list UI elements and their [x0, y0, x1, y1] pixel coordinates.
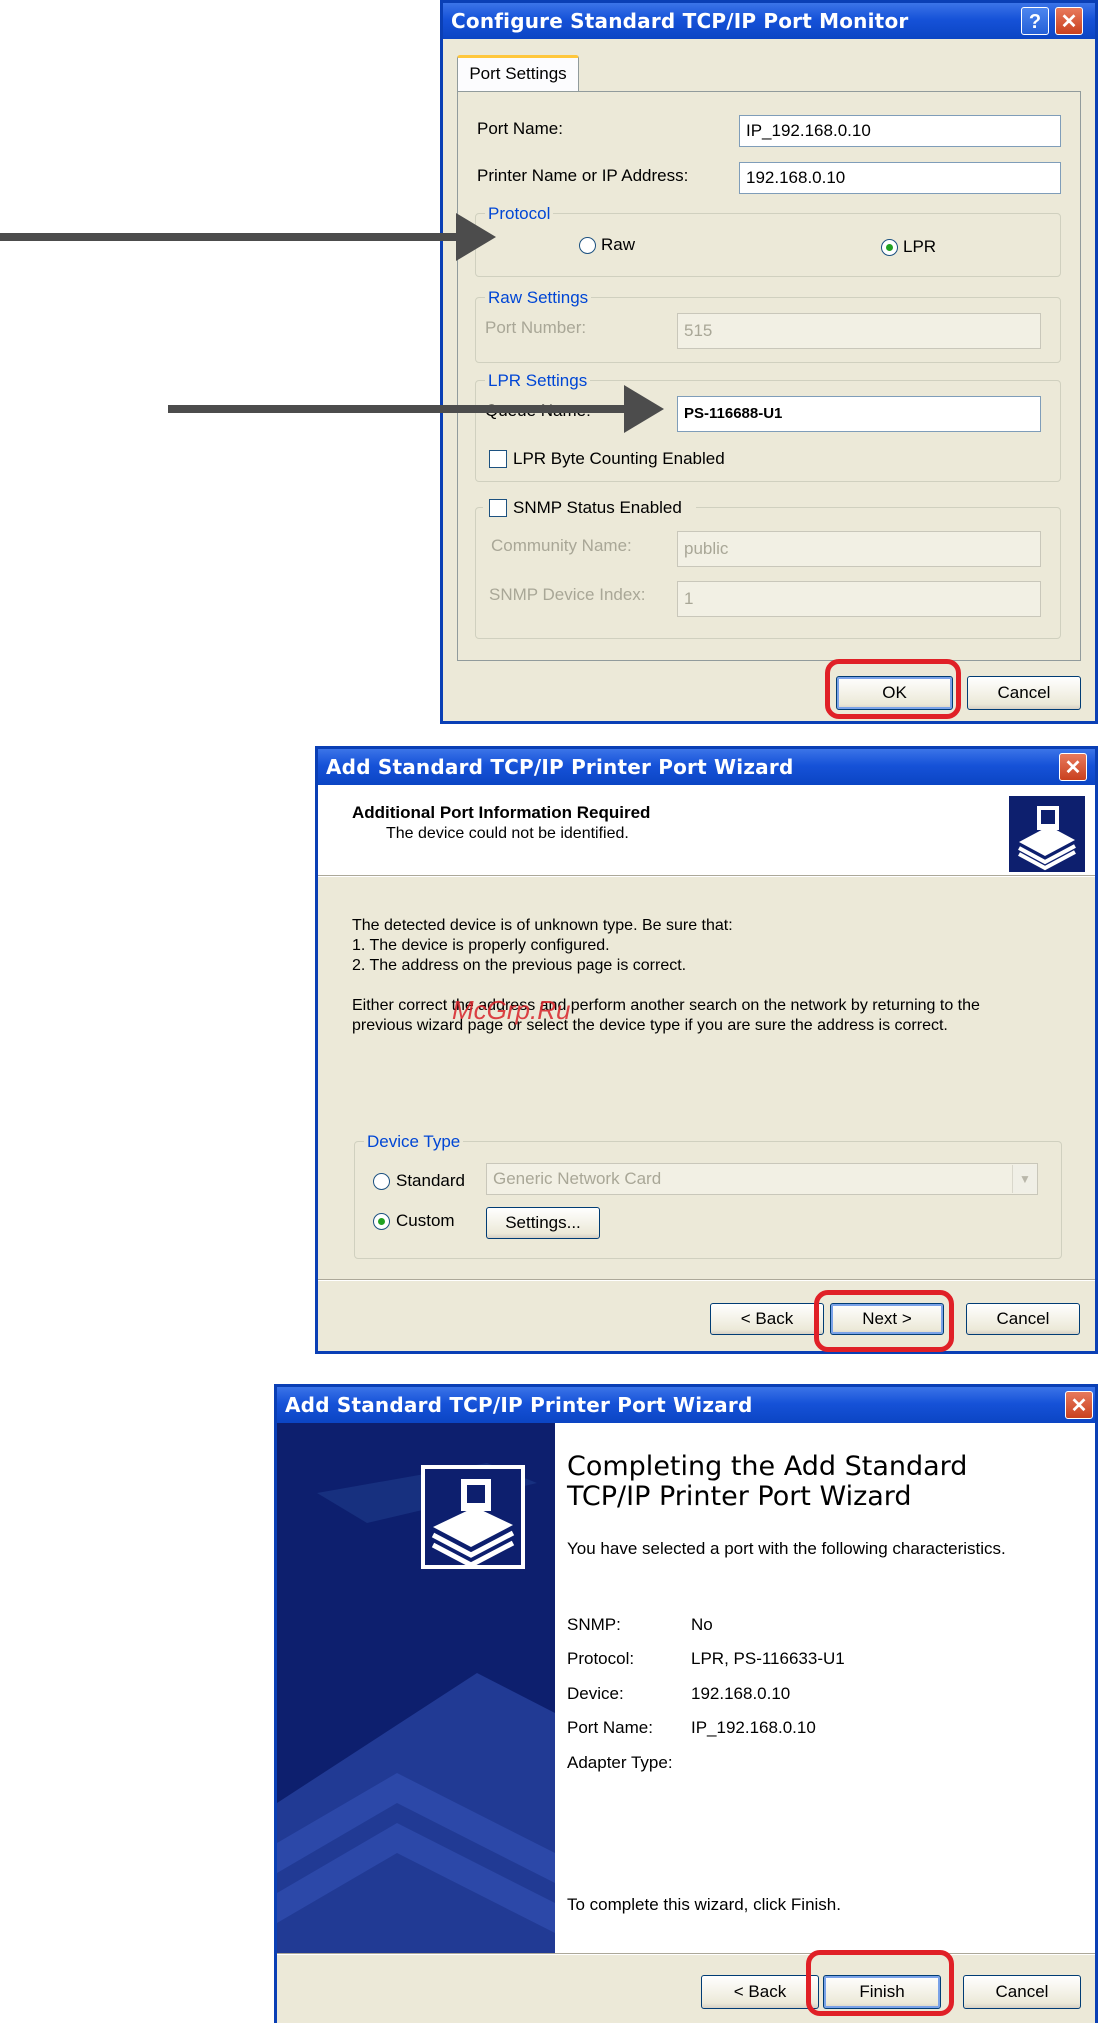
- lpr-radio-label: LPR: [903, 237, 937, 256]
- wizard-header: Additional Port Information Required The…: [318, 785, 1095, 875]
- protocol-group: [475, 213, 1061, 277]
- cancel-button[interactable]: Cancel: [963, 1975, 1081, 2009]
- detail-port-name-value: IP_192.168.0.10: [691, 1718, 816, 1737]
- port-number-input[interactable]: 515: [677, 313, 1041, 349]
- raw-radio[interactable]: [579, 237, 596, 254]
- arrow-to-protocol-shaft: [0, 233, 460, 241]
- standard-radio[interactable]: [373, 1173, 390, 1190]
- add-port-wizard-additional-info: Add Standard TCP/IP Printer Port Wizard …: [315, 746, 1098, 1354]
- lpr-radio[interactable]: [881, 239, 898, 256]
- watermark: McGrp.Ru: [452, 995, 571, 1025]
- detail-snmp-value: No: [691, 1615, 713, 1634]
- device-type-select[interactable]: Generic Network Card: [486, 1163, 1038, 1195]
- back-button[interactable]: < Back: [701, 1975, 819, 2009]
- finish-instruction: To complete this wizard, click Finish.: [567, 1895, 841, 1914]
- tab-port-settings[interactable]: Port Settings: [457, 55, 579, 93]
- lpr-settings-legend: LPR Settings: [485, 371, 591, 391]
- body-line-2: 1. The device is properly configured.: [352, 937, 610, 954]
- wizard-sidebar: [277, 1423, 555, 1953]
- printer-port-icon: [421, 1465, 525, 1569]
- raw-settings-legend: Raw Settings: [485, 288, 592, 308]
- close-icon[interactable]: ✕: [1065, 1391, 1093, 1419]
- custom-radio-label: Custom: [396, 1211, 455, 1230]
- close-icon[interactable]: ✕: [1055, 7, 1083, 35]
- detail-port-name-key: Port Name:: [567, 1718, 653, 1737]
- snmp-device-index-label: SNMP Device Index:: [489, 585, 646, 604]
- port-name-label: Port Name:: [477, 119, 563, 138]
- community-name-input[interactable]: public: [677, 531, 1041, 567]
- header-subtitle: The device could not be identified.: [386, 825, 629, 842]
- snmp-device-index-input[interactable]: 1: [677, 581, 1041, 617]
- help-icon[interactable]: ?: [1021, 7, 1049, 35]
- community-name-label: Community Name:: [491, 536, 632, 555]
- completing-heading-line-1: Completing the Add Standard: [567, 1451, 968, 1482]
- wizard-title: Add Standard TCP/IP Printer Port Wizard: [277, 1387, 1095, 1423]
- add-port-wizard-completing: Add Standard TCP/IP Printer Port Wizard …: [274, 1384, 1098, 2023]
- intro-text: You have selected a port with the follow…: [567, 1539, 1006, 1558]
- port-name-input[interactable]: IP_192.168.0.10: [739, 115, 1061, 147]
- detail-device-value: 192.168.0.10: [691, 1684, 791, 1703]
- next-button-highlight: [814, 1290, 954, 1352]
- detail-device-key: Device:: [567, 1684, 624, 1703]
- snmp-status-label: SNMP Status Enabled: [513, 498, 682, 517]
- header-title: Additional Port Information Required: [352, 803, 651, 822]
- close-icon[interactable]: ✕: [1059, 753, 1087, 781]
- snmp-group: [475, 507, 1061, 639]
- cancel-button[interactable]: Cancel: [966, 1303, 1080, 1335]
- printer-ip-input[interactable]: 192.168.0.10: [739, 162, 1061, 194]
- snmp-status-checkbox[interactable]: [489, 499, 507, 517]
- raw-radio-label: Raw: [601, 235, 636, 254]
- footer-separator: [277, 1953, 1095, 1955]
- completing-heading-line-2: TCP/IP Printer Port Wizard: [567, 1481, 912, 1512]
- ok-button-highlight: [825, 659, 961, 719]
- lpr-byte-counting-checkbox[interactable]: [489, 450, 507, 468]
- queue-name-input[interactable]: PS-116688-U1: [677, 396, 1041, 432]
- detail-protocol-key: Protocol:: [567, 1649, 635, 1668]
- detail-adapter-type-key: Adapter Type:: [567, 1753, 673, 1772]
- header-separator: [318, 875, 1095, 877]
- standard-radio-label: Standard: [396, 1171, 465, 1190]
- arrow-to-protocol-icon: [456, 213, 496, 261]
- body-para-2: previous wizard page or select the devic…: [352, 1017, 948, 1034]
- finish-button-highlight: [806, 1950, 954, 2016]
- detail-protocol-value: LPR, PS-116633-U1: [691, 1649, 845, 1668]
- back-button[interactable]: < Back: [710, 1303, 824, 1335]
- device-type-group: [354, 1141, 1062, 1259]
- cancel-button[interactable]: Cancel: [967, 676, 1081, 710]
- printer-ip-label: Printer Name or IP Address:: [477, 166, 689, 185]
- body-para-1: Either correct the address and perform a…: [352, 997, 980, 1014]
- chevron-down-icon[interactable]: ▼: [1012, 1165, 1037, 1193]
- arrow-to-queue-name-icon: [624, 385, 664, 433]
- body-line-3: 2. The address on the previous page is c…: [352, 957, 687, 974]
- printer-port-icon: [1008, 795, 1086, 873]
- footer-separator: [318, 1279, 1095, 1281]
- tab-label: Port Settings: [469, 64, 567, 83]
- port-number-label: Port Number:: [485, 318, 587, 337]
- wizard-title: Add Standard TCP/IP Printer Port Wizard: [318, 749, 1095, 785]
- dialog-title: Configure Standard TCP/IP Port Monitor: [443, 3, 1095, 39]
- custom-radio[interactable]: [373, 1213, 390, 1230]
- body-line-1: The detected device is of unknown type. …: [352, 917, 733, 934]
- lpr-byte-counting-label: LPR Byte Counting Enabled: [513, 449, 725, 468]
- arrow-to-queue-name-shaft: [168, 405, 628, 413]
- settings-button[interactable]: Settings...: [486, 1207, 600, 1239]
- device-type-legend: Device Type: [364, 1132, 464, 1152]
- detail-snmp-key: SNMP:: [567, 1615, 621, 1634]
- configure-port-monitor-dialog: Configure Standard TCP/IP Port Monitor ?…: [440, 0, 1098, 724]
